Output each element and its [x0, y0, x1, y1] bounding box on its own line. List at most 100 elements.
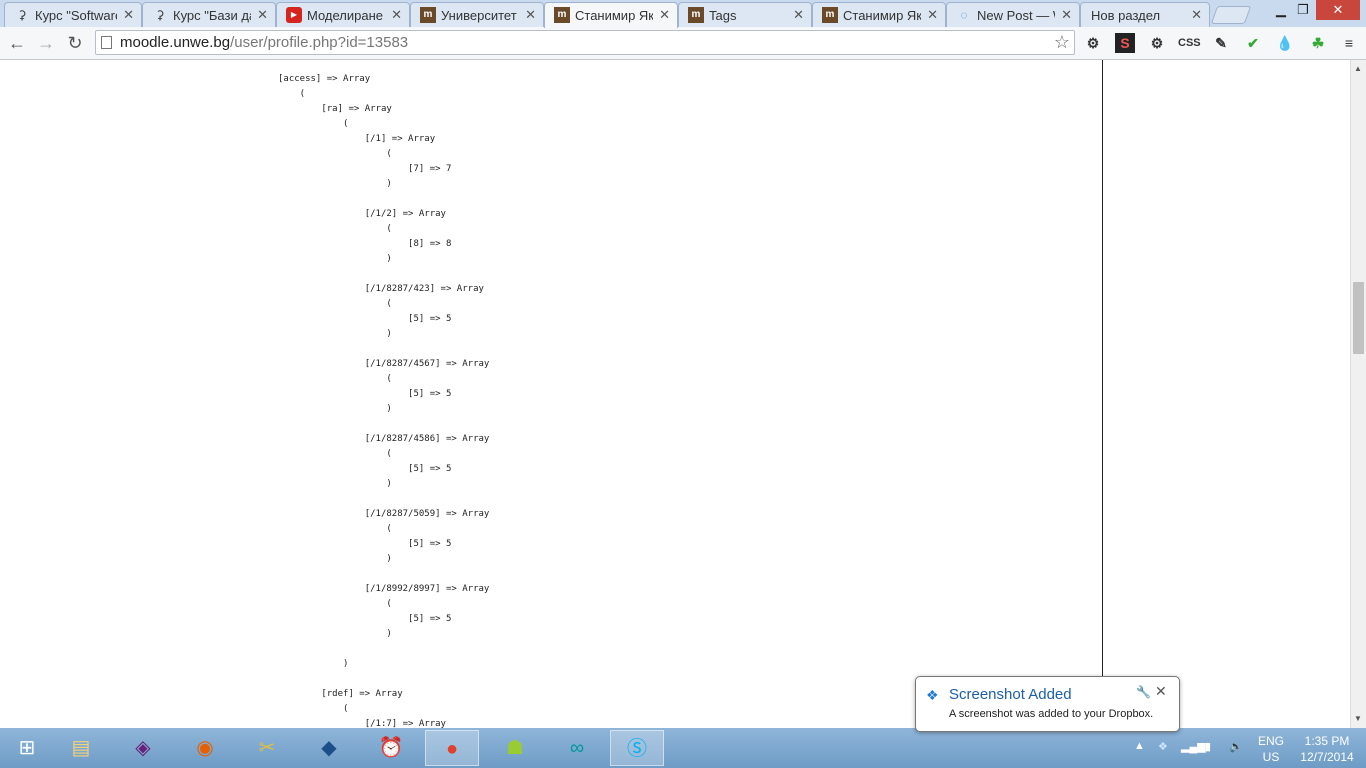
close-icon[interactable]: ✕	[1191, 7, 1202, 23]
forward-arrow-icon[interactable]: →	[35, 32, 57, 54]
address-bar[interactable]: moodle.unwe.bg/user/profile.php?id=13583…	[95, 30, 1075, 55]
chrome-menu-icon[interactable]: ≡	[1339, 33, 1359, 53]
language-indicator[interactable]: ENG US	[1258, 733, 1284, 765]
file-explorer-icon[interactable]: ▤	[54, 730, 108, 766]
close-icon[interactable]: ✕	[257, 7, 268, 23]
dump-line: [5] => 5	[278, 389, 452, 399]
vertical-scrollbar[interactable]: ▲ ▼	[1350, 60, 1366, 728]
dump-line: (	[278, 704, 349, 714]
scroll-up-arrow-icon[interactable]: ▲	[1354, 64, 1362, 73]
dump-line: [8] => 8	[278, 239, 452, 249]
visual-studio-icon[interactable]: ◈	[116, 730, 170, 766]
dump-line: (	[278, 524, 392, 534]
dump-line: [5] => 5	[278, 614, 452, 624]
extension-green-icon[interactable]: ☘	[1308, 33, 1328, 53]
moodle-hat-icon: ⚳	[17, 8, 27, 22]
firefox-icon[interactable]: ◉	[178, 730, 232, 766]
language-code: ENG	[1258, 734, 1285, 748]
water-drop-icon[interactable]: 💧	[1275, 33, 1295, 53]
window-close-icon[interactable]: ✕	[1316, 0, 1360, 20]
extension-gear-icon[interactable]: ⚙	[1147, 33, 1167, 53]
volume-icon[interactable]: 🔈	[1229, 740, 1243, 753]
tab-kurs-bazi[interactable]: ⚳ Курс "Бази дан ✕	[142, 2, 276, 27]
tab-new-post[interactable]: ◌ New Post — W ✕	[946, 2, 1080, 27]
moodle-m-icon: m	[420, 7, 436, 23]
close-icon[interactable]: ✕	[123, 7, 134, 23]
new-tab-button[interactable]	[1210, 6, 1252, 24]
spellcheck-icon[interactable]: ✔	[1243, 33, 1263, 53]
dump-line: )	[278, 479, 392, 489]
dump-line: (	[278, 89, 306, 99]
close-icon[interactable]: ✕	[525, 7, 536, 23]
tab-universitet[interactable]: m Университет за ✕	[410, 2, 544, 27]
back-arrow-icon[interactable]: ←	[6, 32, 28, 54]
bookmark-star-icon[interactable]: ☆	[1054, 32, 1070, 53]
dump-line: [/1/8992/8997] => Array	[278, 584, 490, 594]
scrollbar-thumb[interactable]	[1353, 282, 1364, 354]
dump-line: )	[278, 554, 392, 564]
dropbox-notification[interactable]: ❖ Screenshot Added A screenshot was adde…	[915, 676, 1180, 732]
scroll-down-arrow-icon[interactable]: ▼	[1354, 714, 1362, 723]
url-text[interactable]: moodle.unwe.bg/user/profile.php?id=13583	[120, 34, 408, 51]
tools-icon[interactable]: ✂	[240, 730, 294, 766]
dump-line	[278, 672, 489, 687]
arduino-icon[interactable]: ∞	[550, 730, 604, 766]
dump-line: (	[278, 224, 392, 234]
dump-line: (	[278, 449, 392, 459]
browser-window: ⚳ Курс "Software ✕ ⚳ Курс "Бази дан ✕ ▶ …	[0, 0, 1366, 768]
clock-time: 1:35 PM	[1304, 734, 1350, 748]
dump-line: (	[278, 119, 349, 129]
minimize-icon[interactable]: ▁	[1270, 0, 1292, 20]
wrench-icon[interactable]: 🔧	[1136, 685, 1151, 699]
keyboard-layout: US	[1262, 750, 1280, 764]
tab-title: Университет за	[441, 8, 519, 23]
dropbox-icon: ❖	[926, 687, 939, 703]
dump-line: )	[278, 329, 392, 339]
close-icon[interactable]: ✕	[927, 7, 938, 23]
notification-close-icon[interactable]: ✕	[1155, 683, 1167, 700]
chrome-taskbar-icon[interactable]: ●	[425, 730, 479, 766]
close-icon[interactable]: ✕	[391, 7, 402, 23]
tab-title: Курс "Software	[35, 8, 117, 23]
dropbox-tray-icon[interactable]: ❖	[1158, 740, 1168, 753]
android-icon[interactable]: ☗	[488, 730, 542, 766]
reload-icon[interactable]: ↻	[64, 32, 86, 54]
tab-nov-razdel[interactable]: Нов раздел ✕	[1080, 2, 1210, 27]
close-icon[interactable]: ✕	[793, 7, 804, 23]
loading-spinner-icon: ◌	[960, 8, 968, 22]
extension-gear-circle-icon[interactable]: ⚙	[1083, 33, 1103, 53]
dump-line: [5] => 5	[278, 464, 452, 474]
extension-s-icon[interactable]: S	[1115, 33, 1135, 53]
dump-line	[278, 342, 489, 357]
dump-line	[278, 642, 489, 657]
tab-title: Курс "Бази дан	[173, 8, 251, 23]
close-icon[interactable]: ✕	[1061, 7, 1072, 23]
eyedropper-icon[interactable]: ✎	[1211, 33, 1231, 53]
tab-stanimir-2[interactable]: m Станимир Яки ✕	[812, 2, 946, 27]
tab-modelirane[interactable]: ▶ Моделиране н ✕	[276, 2, 410, 27]
signal-icon[interactable]: ▂▄▆	[1181, 740, 1206, 753]
tab-kurs-software[interactable]: ⚳ Курс "Software ✕	[4, 2, 142, 27]
tab-strip: ⚳ Курс "Software ✕ ⚳ Курс "Бази дан ✕ ▶ …	[0, 0, 1366, 28]
restore-icon[interactable]: ❐	[1292, 0, 1314, 20]
show-hidden-icons-icon[interactable]: ▲	[1134, 740, 1145, 752]
dump-line: (	[278, 149, 392, 159]
alarm-clock-icon[interactable]: ⏰	[364, 730, 418, 766]
battery-icon[interactable]: ▮	[1205, 740, 1211, 753]
dump-line: [/1:7] => Array	[278, 719, 446, 728]
extension-css-icon[interactable]: CSS	[1178, 33, 1201, 53]
dump-line: [rdef] => Array	[278, 689, 403, 699]
dump-line: )	[278, 659, 349, 669]
skype-icon[interactable]: Ⓢ	[610, 730, 664, 766]
tab-title: Станимир Яки	[575, 8, 653, 23]
tab-stanimir-active[interactable]: m Станимир Яки ✕	[544, 2, 678, 28]
dump-line: [/1/8287/423] => Array	[278, 284, 484, 294]
moodle-m-icon: m	[822, 7, 838, 23]
mysql-workbench-icon[interactable]: ◆	[302, 730, 356, 766]
dump-line: (	[278, 374, 392, 384]
system-clock[interactable]: 1:35 PM 12/7/2014	[1296, 733, 1358, 765]
tab-tags[interactable]: m Tags ✕	[678, 2, 812, 27]
windows-start-icon[interactable]: ⊞	[0, 730, 54, 766]
dump-line: [/1/8287/5059] => Array	[278, 509, 490, 519]
close-icon[interactable]: ✕	[659, 7, 670, 23]
